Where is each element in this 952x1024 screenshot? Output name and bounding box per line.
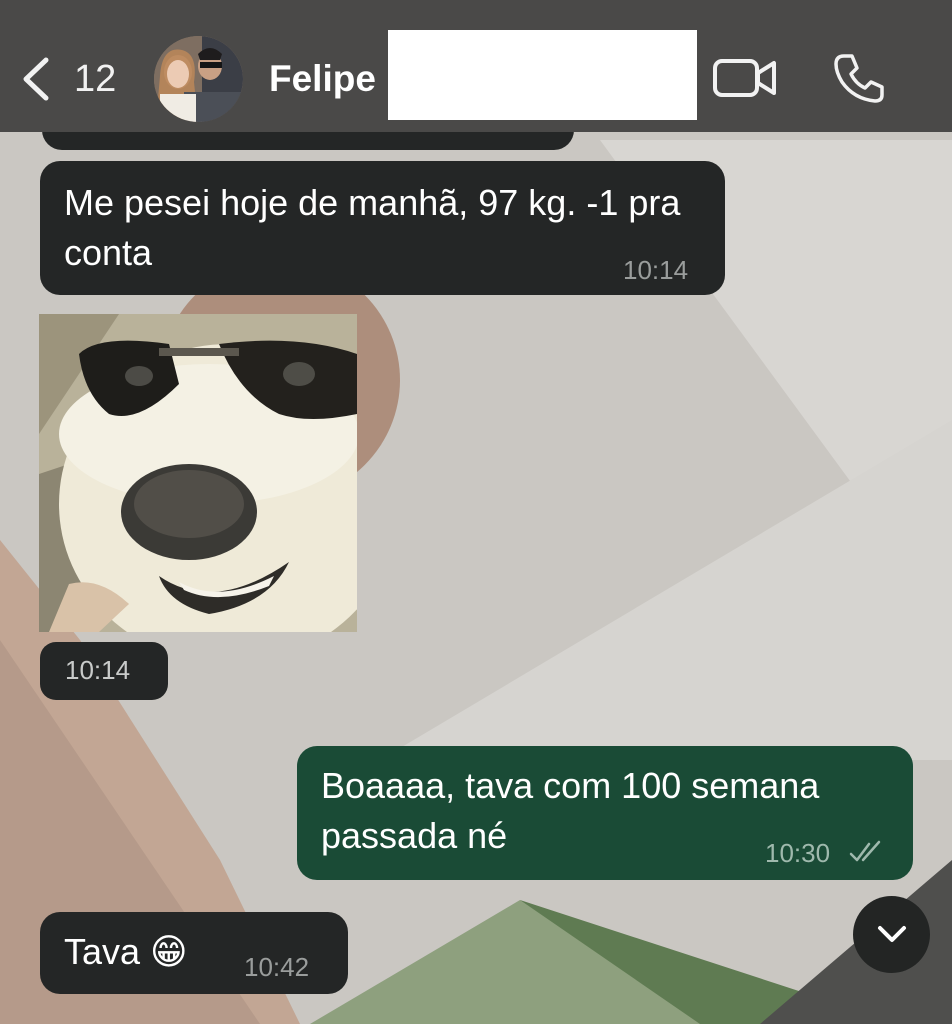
message-time: 10:14 [65,655,131,685]
message-bubble-outgoing[interactable]: Boaaaa, tava com 100 semana passada né 1… [297,746,913,880]
chevron-left-icon[interactable] [20,56,54,102]
redaction-box [388,30,697,120]
message-text: Me pesei hoje de manhã, 97 kg. -1 pra co… [64,182,681,273]
read-receipt-icon [849,840,881,862]
dog-sunglasses-sticker[interactable] [39,314,357,632]
message-time: 10:30 [765,838,831,868]
sticker-time-pill: 10:14 [40,642,168,700]
chat-header: 12 Felipe [0,0,952,132]
message-text: Tava 😁 [64,931,188,972]
video-camera-icon[interactable] [712,56,778,100]
message-time: 10:42 [244,952,310,982]
unread-count[interactable]: 12 [74,58,116,101]
message-bubble-incoming[interactable]: Tava 😁 10:42 [40,912,348,994]
contact-name[interactable]: Felipe [269,58,376,100]
chevron-down-icon [878,926,906,942]
scroll-to-bottom-button[interactable] [853,896,930,973]
avatar[interactable] [154,36,243,122]
message-bubble-incoming[interactable]: Me pesei hoje de manhã, 97 kg. -1 pra co… [40,161,725,295]
message-time: 10:14 [623,255,689,285]
phone-icon[interactable] [832,52,886,104]
